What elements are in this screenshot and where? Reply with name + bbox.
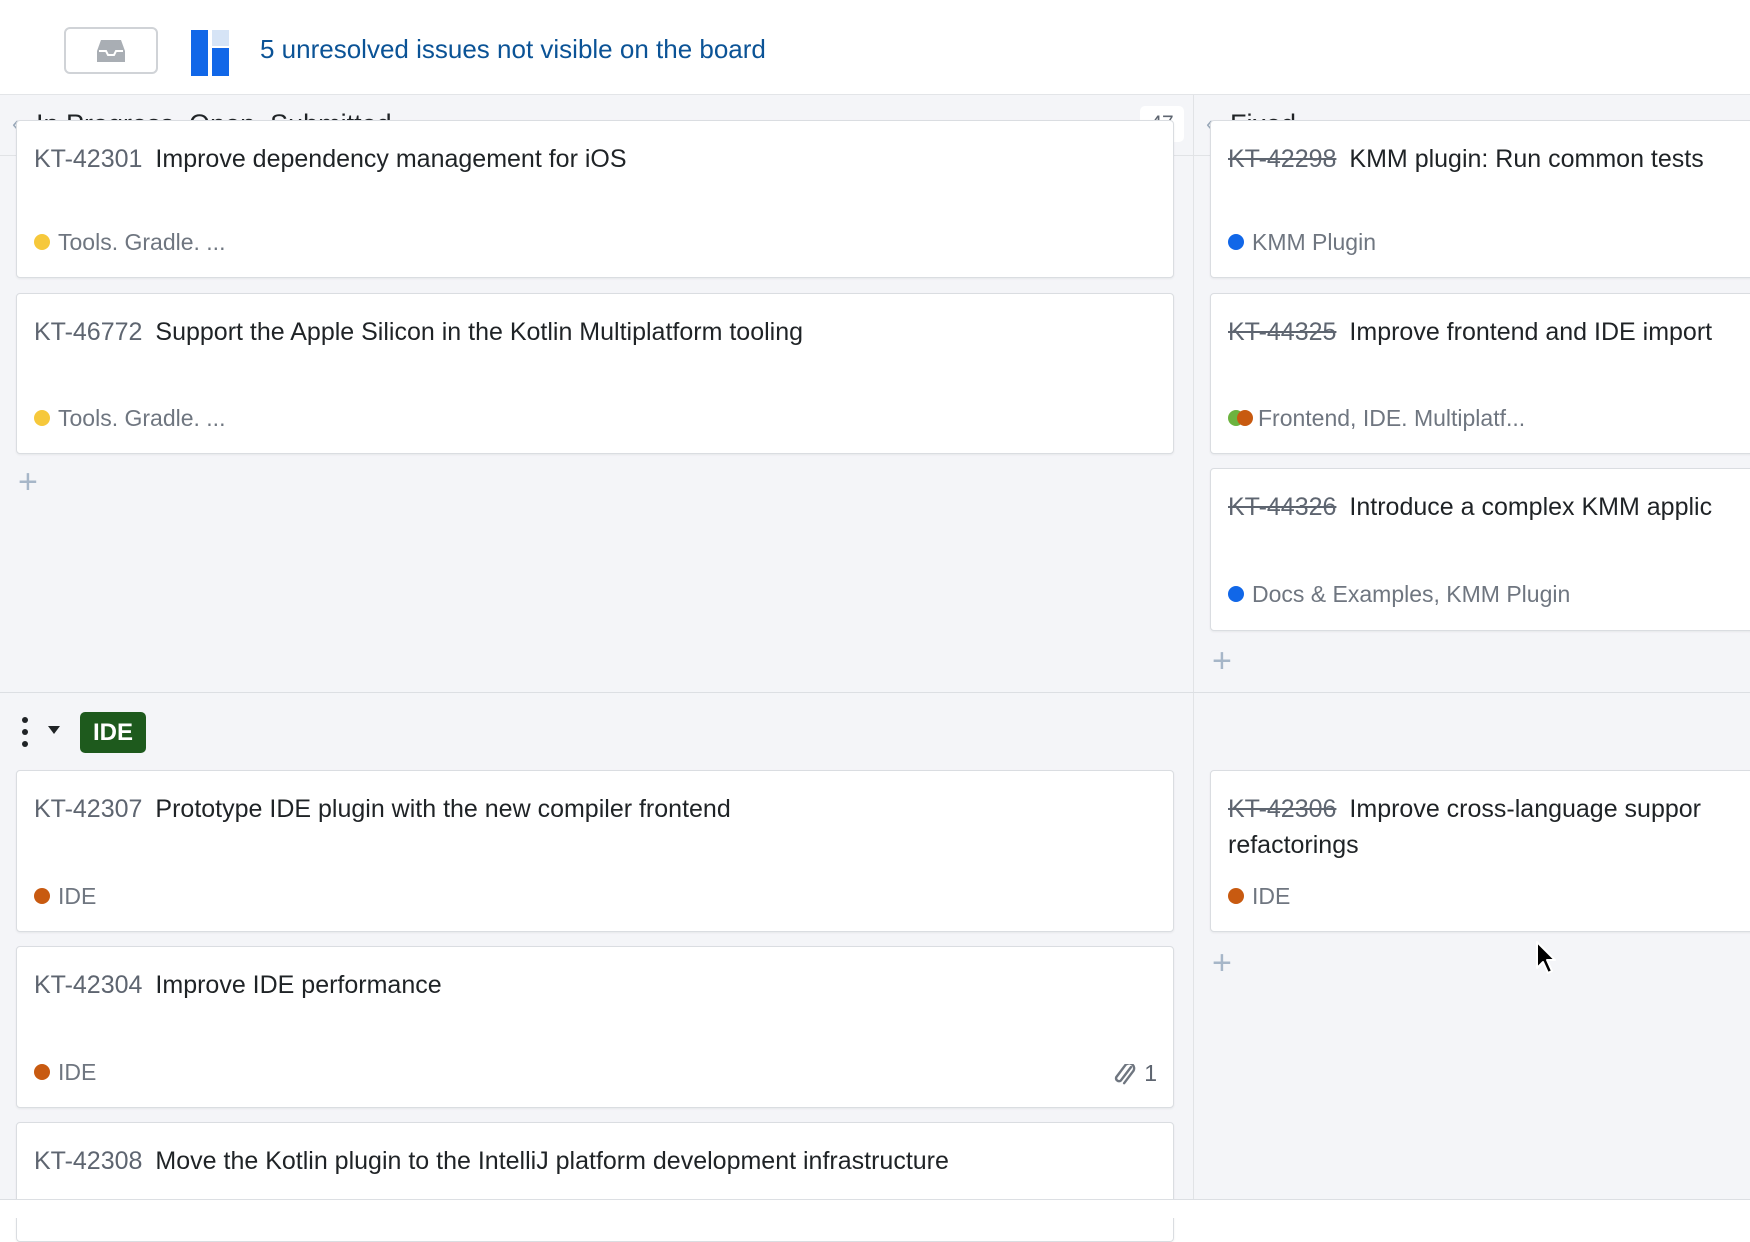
subsystem-color-dot [1228,233,1244,250]
add-issue-button[interactable]: + [18,463,38,502]
issue-id[interactable]: KT-42308 [34,1147,142,1175]
issue-card[interactable]: KT-42301 Improve dependency management fo… [16,120,1174,278]
issue-summary: Improve cross-language suppor [1349,795,1701,823]
issue-tag: Tools. Gradle. ... [34,405,225,432]
issue-card[interactable]: KT-42308 Move the Kotlin plugin to the In… [16,1122,1174,1242]
more-vertical-icon[interactable] [18,715,32,749]
attachment-count: 1 [1144,1060,1157,1086]
issue-card[interactable]: KT-42307 Prototype IDE plugin with the ne… [16,770,1174,932]
issue-summary: Move the Kotlin plugin to the IntelliJ p… [155,1147,949,1175]
issue-summary: Improve IDE performance [155,971,442,999]
issue-card[interactable]: KT-42304 Improve IDE performance IDE 1 [16,946,1174,1108]
issue-id[interactable]: KT-42306 [1228,795,1336,823]
issue-summary: Introduce a complex KMM applic [1349,493,1713,521]
add-issue-button[interactable]: + [1212,642,1232,681]
issue-card[interactable]: KT-42298 KMM plugin: Run common tests KMM… [1210,120,1750,278]
issue-tag: Frontend, IDE. Multiplatf... [1228,405,1525,432]
issue-tag: IDE [34,1059,96,1086]
attachments-indicator[interactable]: 1 [1112,1060,1157,1087]
issue-id[interactable]: KT-44326 [1228,493,1336,521]
inbox-button[interactable] [64,27,158,74]
inbox-tray-icon [97,40,125,62]
paperclip-icon [1114,1062,1136,1085]
issue-tag: IDE [1228,883,1290,910]
board-footer-strip [0,1200,1750,1218]
unresolved-issues-link[interactable]: 5 unresolved issues not visible on the b… [260,34,766,65]
issue-id[interactable]: KT-42307 [34,795,142,823]
issue-card[interactable]: KT-46772 Support the Apple Silicon in the… [16,293,1174,454]
issue-tag: KMM Plugin [1228,229,1376,256]
subsystem-color-dot [34,409,50,426]
issue-summary: KMM plugin: Run common tests [1349,145,1704,173]
swimlane-separator [0,692,1750,693]
column-divider [1193,155,1194,1218]
add-issue-button[interactable]: + [1212,944,1232,983]
subsystem-color-dot [34,887,50,904]
subsystem-color-dots [1228,409,1254,426]
issue-tag: IDE [34,883,96,910]
collapse-caret-icon[interactable] [48,726,60,734]
swimlane-badge-ide[interactable]: IDE [80,712,147,753]
issue-card[interactable]: KT-42306 Improve cross-language suppor re… [1210,770,1750,932]
issue-id[interactable]: KT-44325 [1228,318,1336,346]
subsystem-color-dot [1228,887,1244,904]
mouse-cursor-icon [1535,940,1559,981]
issue-summary-continued: refactorings [1228,831,1359,859]
subsystem-color-dot [34,1063,50,1080]
issue-tag: Docs & Examples, KMM Plugin [1228,581,1570,608]
issue-summary: Prototype IDE plugin with the new compil… [155,795,731,823]
subsystem-color-dot [1228,585,1244,602]
issue-card[interactable]: KT-44325 Improve frontend and IDE import … [1210,293,1750,454]
issue-id[interactable]: KT-42298 [1228,145,1336,173]
board-columns-icon [191,30,229,76]
issue-tag: Tools. Gradle. ... [34,229,225,256]
issue-id[interactable]: KT-42304 [34,971,142,999]
issue-summary: Support the Apple Silicon in the Kotlin … [155,318,804,346]
subsystem-color-dot [34,233,50,250]
issue-summary: Improve frontend and IDE import [1349,318,1713,346]
issue-id[interactable]: KT-46772 [34,318,142,346]
issue-card[interactable]: KT-44326 Introduce a complex KMM applic D… [1210,468,1750,631]
issue-summary: Improve dependency management for iOS [155,145,627,173]
issue-id[interactable]: KT-42301 [34,145,142,173]
